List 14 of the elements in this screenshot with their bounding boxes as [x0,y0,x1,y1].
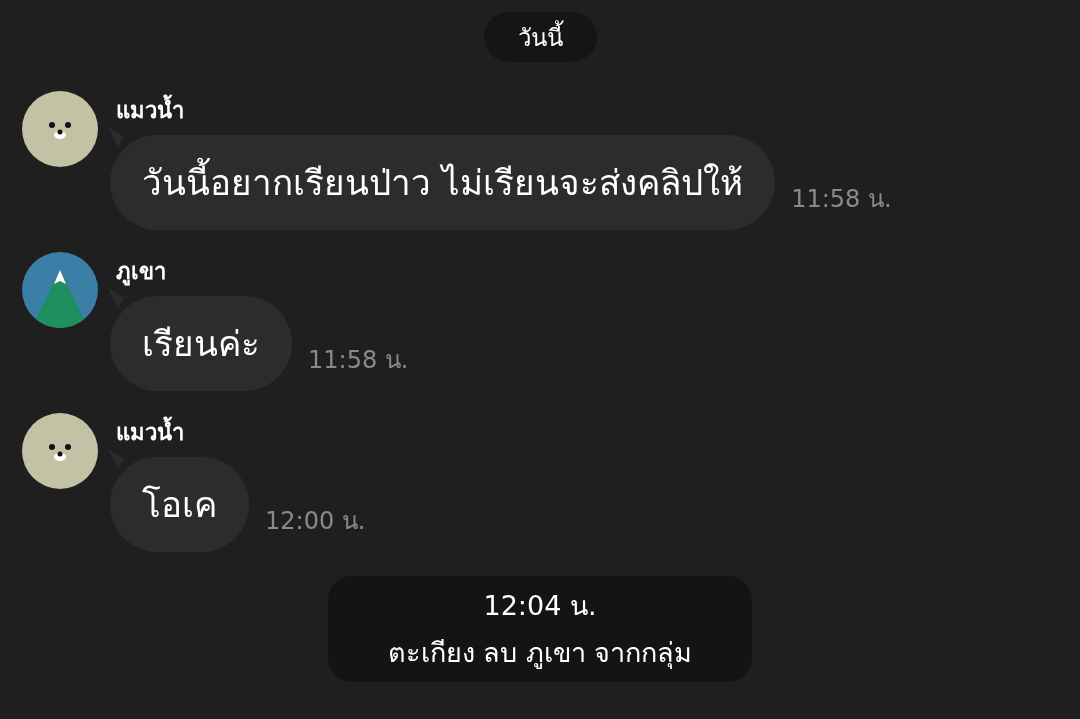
sender-name: แมวน้ำ [110,413,366,451]
seal-avatar-icon [22,91,98,167]
message-time: 11:58 น. [791,184,892,215]
message-bubble: เรียนค่ะ [110,296,292,391]
date-divider: วันนี้ [483,12,597,62]
system-notice: ตะเกียง ลบ ภูเขา จากกลุ่ม [387,636,693,671]
seal-avatar-icon [22,413,98,489]
notice-time: 12:04 น. [483,589,597,623]
message-bubble: วันนี้อยากเรียนป่าว ไม่เรียนจะส่งคลิปให้ [110,135,776,230]
message-time: 12:00 น. [265,506,366,537]
sender-name: ภูเขา [115,257,167,288]
message-bubble: โอเค [110,457,249,552]
message-time: 11:58 น. [308,345,409,376]
sender-name: แมวน้ำ [110,91,892,129]
